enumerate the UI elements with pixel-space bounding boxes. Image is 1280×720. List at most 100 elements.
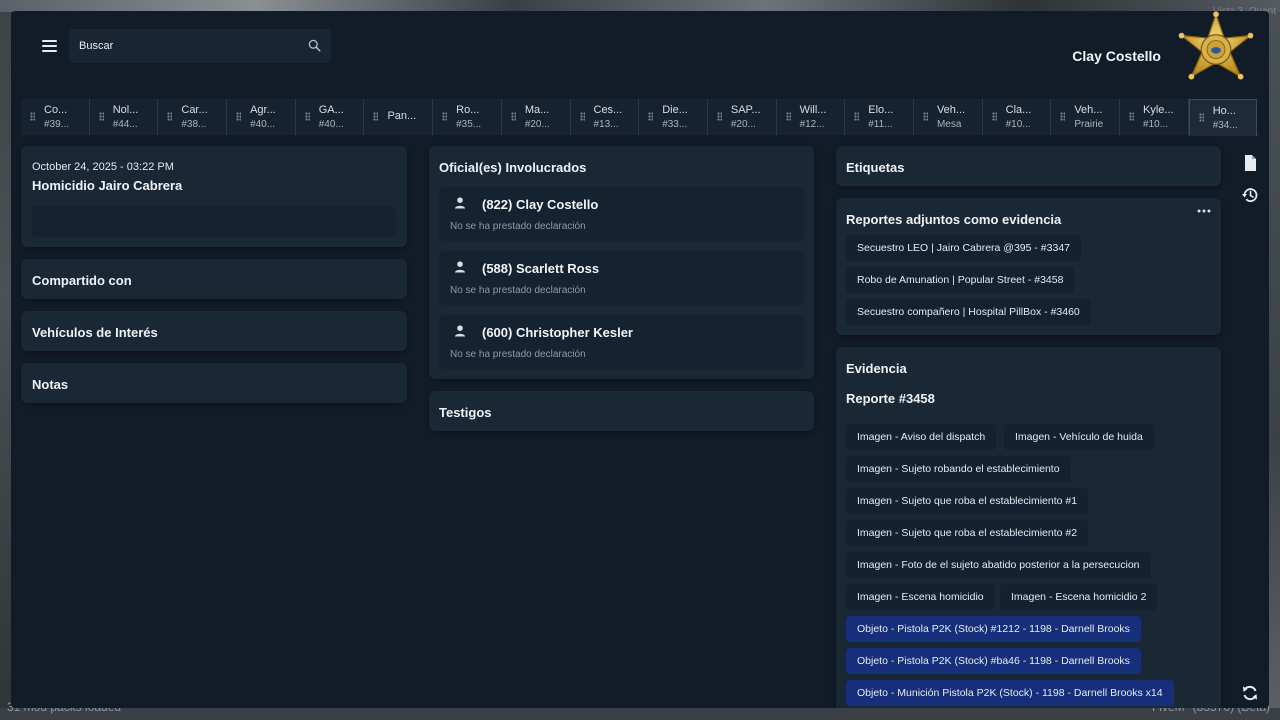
refresh-icon[interactable] [1241, 684, 1259, 702]
search-input[interactable] [69, 29, 331, 63]
tab-sublabel: #33... [662, 119, 688, 130]
officer-item[interactable]: (600) Christopher Kesler No se ha prestad… [439, 315, 804, 369]
case-tab[interactable]: Ho... #34... [1188, 99, 1258, 136]
tab-label: Kyle... [1143, 104, 1174, 116]
case-tab[interactable]: Agr... #40... [227, 99, 296, 135]
tab-sublabel: #13... [593, 119, 619, 130]
evidence-image-chip[interactable]: Imagen - Sujeto que roba el establecimie… [846, 488, 1089, 514]
tab-label: Pan... [387, 110, 417, 122]
tab-sublabel: #12... [799, 119, 825, 130]
evidence-image-chip[interactable]: Imagen - Escena homicidio [846, 584, 995, 610]
evidence-title: Evidencia [846, 361, 907, 376]
evidence-object-chip[interactable]: Objeto - Pistola P2K (Stock) #ba46 - 119… [846, 648, 1141, 674]
case-tab[interactable]: Kyle... #10... [1120, 99, 1189, 135]
case-description-field[interactable] [32, 206, 396, 237]
tags-card[interactable]: Etiquetas [836, 146, 1221, 186]
evidence-image-chip[interactable]: Imagen - Vehículo de huida [1004, 424, 1154, 450]
header: Clay Costello [11, 11, 1269, 99]
drag-handle-icon[interactable] [922, 112, 928, 121]
history-icon[interactable] [1241, 186, 1259, 204]
evidence-object-chip[interactable]: Objeto - Munición Pistola P2K (Stock) - … [846, 680, 1174, 706]
evidence-report-label: Reporte #3458 [846, 391, 935, 406]
drag-handle-icon[interactable] [785, 112, 791, 121]
notes-card[interactable]: Notas [21, 363, 407, 403]
attached-report-chip[interactable]: Secuestro LEO | Jairo Cabrera @395 - #33… [846, 235, 1081, 261]
case-tab[interactable]: Will... #12... [776, 99, 846, 135]
drag-handle-icon[interactable] [30, 112, 35, 121]
drag-handle-icon[interactable] [510, 112, 516, 121]
case-tab[interactable]: Ces... #13... [570, 99, 640, 135]
case-tab[interactable]: Veh... Mesa [913, 99, 983, 135]
drag-handle-icon[interactable] [98, 112, 104, 121]
tab-sublabel: #11... [868, 119, 893, 130]
sheriff-star-badge-icon [1178, 11, 1254, 80]
drag-handle-icon[interactable] [1060, 112, 1066, 121]
evidence-image-chip[interactable]: Imagen - Aviso del dispatch [846, 424, 997, 450]
officer-item[interactable]: (588) Scarlett Ross No se ha prestado dec… [439, 251, 804, 305]
evidence-card: Evidencia Reporte #3458 Imagen - Aviso d… [836, 347, 1221, 708]
more-options-icon[interactable] [1197, 208, 1211, 214]
vehicles-of-interest-card[interactable]: Vehículos de Interés [21, 311, 407, 351]
drag-handle-icon[interactable] [1129, 112, 1134, 121]
tab-sublabel: #44... [112, 119, 138, 130]
witnesses-card[interactable]: Testigos [429, 391, 814, 431]
tab-label: Veh... [1074, 104, 1103, 116]
drag-handle-icon[interactable] [1198, 113, 1204, 122]
officer-name: (822) Clay Costello [482, 197, 599, 212]
case-tab[interactable]: Cla... #10... [982, 99, 1052, 135]
game-background-left [0, 12, 11, 720]
search-icon[interactable] [308, 39, 321, 52]
drag-handle-icon[interactable] [648, 112, 654, 121]
drag-handle-icon[interactable] [304, 112, 310, 121]
drag-handle-icon[interactable] [991, 112, 997, 121]
case-tab[interactable]: GA... #40... [295, 99, 365, 135]
evidence-image-chip[interactable]: Imagen - Escena homicidio 2 [1000, 584, 1158, 610]
officer-name: (588) Scarlett Ross [482, 261, 600, 276]
drag-handle-icon[interactable] [854, 112, 860, 121]
evidence-object-chip[interactable]: Objeto - Pistola P2K (Stock) #1212 - 119… [846, 616, 1141, 642]
tab-sublabel: Prairie [1074, 119, 1104, 130]
case-tab[interactable]: Elo... #11... [845, 99, 914, 135]
tab-sublabel: #20... [730, 119, 756, 130]
case-tab[interactable]: Pan... [364, 99, 434, 135]
drag-handle-icon[interactable] [236, 112, 242, 121]
case-tab[interactable]: Veh... Prairie [1051, 99, 1120, 135]
officer-statement-status: No se ha prestado declaración [450, 285, 586, 296]
menu-icon[interactable] [37, 37, 61, 59]
tags-title: Etiquetas [846, 160, 905, 175]
case-title: Homicidio Jairo Cabrera [32, 178, 183, 193]
tab-label: Elo... [868, 104, 894, 116]
case-tab[interactable]: Die... #33... [639, 99, 708, 135]
attached-report-chip[interactable]: Secuestro compañero | Hospital PillBox -… [846, 299, 1091, 325]
evidence-image-chip[interactable]: Imagen - Foto de el sujeto abatido poste… [846, 552, 1151, 578]
document-icon[interactable] [1241, 154, 1259, 172]
tab-label: GA... [318, 104, 344, 116]
officer-item[interactable]: (822) Clay Costello No se ha prestado dec… [439, 187, 804, 241]
case-tab[interactable]: Car... #38... [158, 99, 228, 135]
drag-handle-icon[interactable] [442, 112, 448, 121]
shared-with-title: Compartido con [32, 273, 132, 288]
tab-sublabel: #39... [44, 119, 70, 130]
shared-with-card[interactable]: Compartido con [21, 259, 407, 299]
evidence-image-chip[interactable]: Imagen - Sujeto que roba el establecimie… [846, 520, 1089, 546]
officers-title: Oficial(es) Involucrados [439, 160, 587, 175]
attached-report-chip[interactable]: Robo de Amunation | Popular Street - #34… [846, 267, 1075, 293]
vehicles-of-interest-title: Vehículos de Interés [32, 325, 158, 340]
case-tab[interactable]: Ro... #35... [433, 99, 502, 135]
case-tab[interactable]: Co... #39... [21, 99, 90, 135]
drag-handle-icon[interactable] [579, 112, 585, 121]
evidence-image-chip[interactable]: Imagen - Sujeto robando el establecimien… [846, 456, 1071, 482]
drag-handle-icon[interactable] [716, 112, 722, 121]
drag-handle-icon[interactable] [167, 112, 173, 121]
officers-card: Oficial(es) Involucrados (822) Clay Cost… [429, 146, 814, 379]
drag-handle-icon[interactable] [373, 112, 379, 121]
tab-sublabel: #38... [181, 119, 207, 130]
case-tab[interactable]: Nol... #44... [89, 99, 159, 135]
tab-sublabel: #34... [1212, 120, 1238, 131]
tab-label: Will... [799, 104, 827, 116]
case-tab[interactable]: SAP... #20... [707, 99, 777, 135]
witnesses-title: Testigos [439, 405, 492, 420]
case-tab[interactable]: Ma... #20... [501, 99, 571, 135]
game-background-bottom [0, 708, 1280, 720]
case-tabs: Co... #39... Nol... #44... Car... #38... Agr..… [21, 99, 1259, 136]
